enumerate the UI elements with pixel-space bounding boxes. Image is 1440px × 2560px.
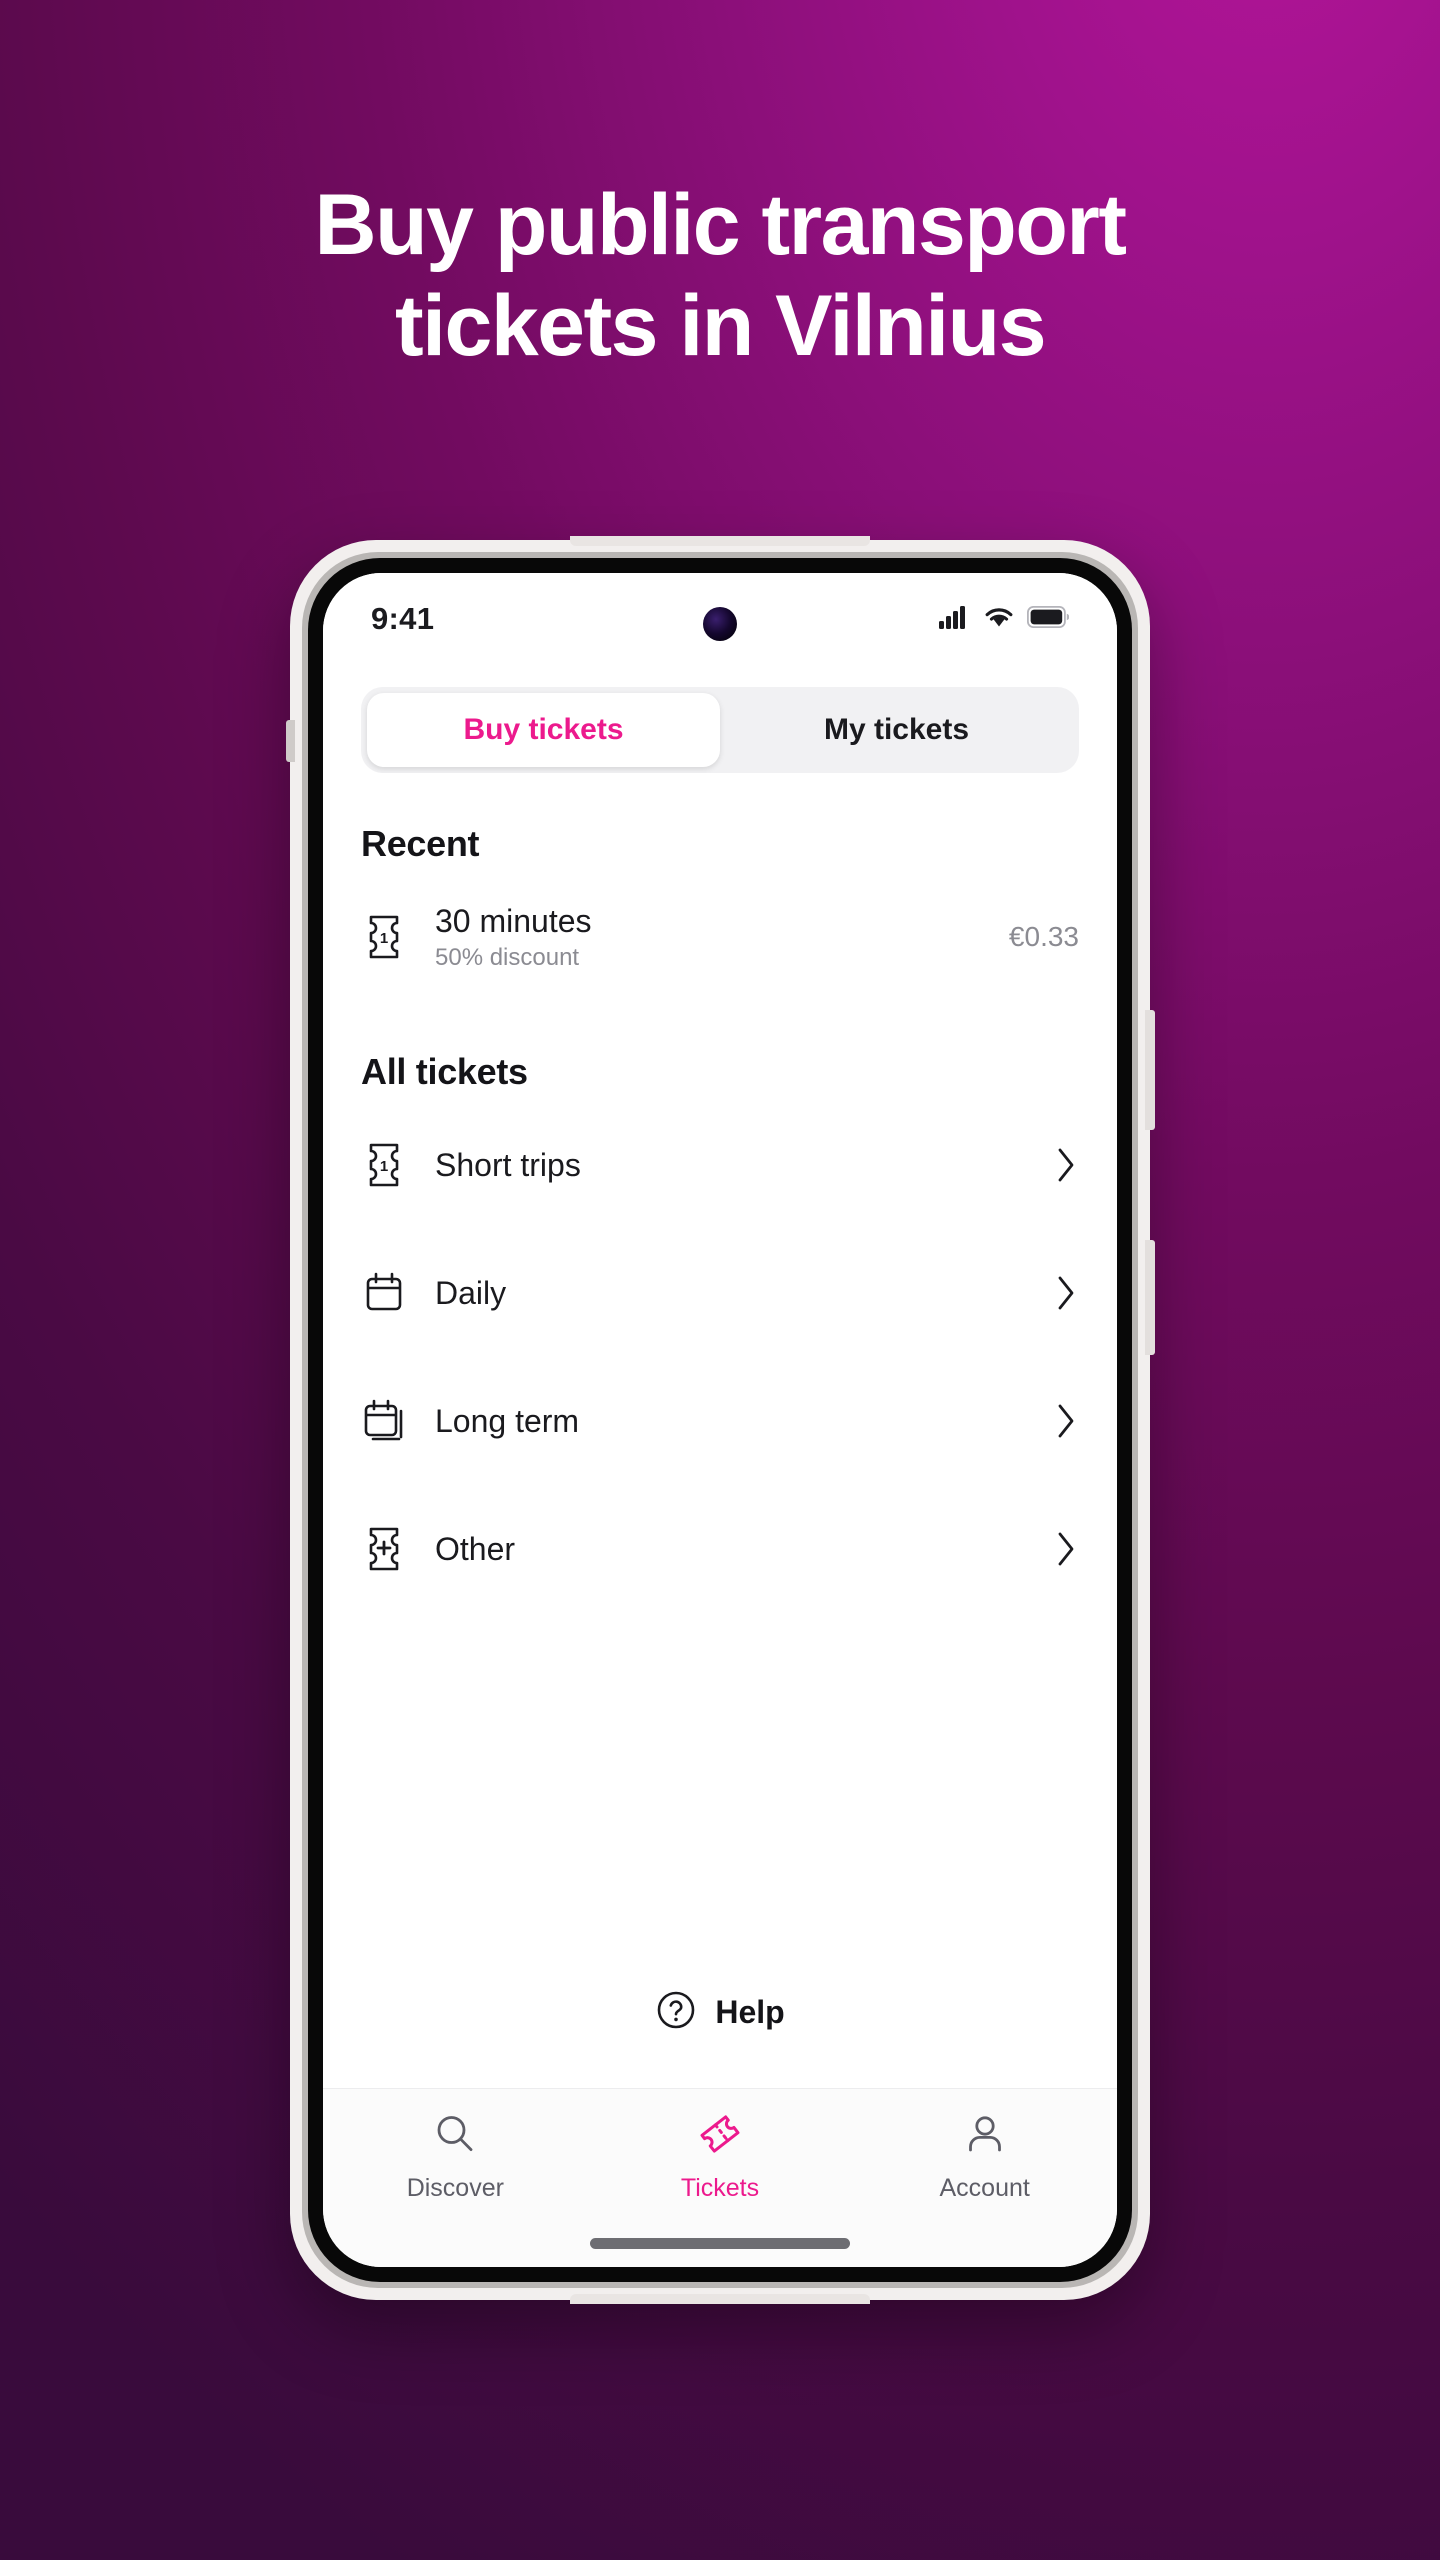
chevron-right-icon [1053,1273,1079,1313]
search-icon [432,2111,478,2162]
home-indicator[interactable] [590,2237,850,2249]
page-title: Buy public transport tickets in Vilnius [0,175,1440,378]
nav-item-account[interactable]: Account [852,2111,1117,2203]
help-button[interactable]: Help [361,1931,1079,2088]
list-item-label: Short trips [435,1146,581,1183]
tab-my-tickets[interactable]: My tickets [720,693,1073,767]
chevron-right-icon [1053,1401,1079,1441]
phone-volume-button[interactable] [286,720,295,762]
list-item-daily[interactable]: Daily [361,1229,1079,1357]
headline-line-1: Buy public transport [314,177,1127,273]
list-item-label: Other [435,1530,516,1567]
status-bar: 9:41 [323,573,1117,665]
recent-ticket-row[interactable]: 1 30 minutes 50% discount €0.33 [361,873,1079,1001]
svg-text:1: 1 [380,930,388,947]
ticket-icon [697,2111,743,2162]
segmented-control: Buy tickets My tickets [361,687,1079,773]
tab-buy-tickets[interactable]: Buy tickets [367,693,720,767]
ticket-plus-icon [361,1526,407,1572]
calendar-icon [361,1271,407,1315]
calendar-stack-icon [361,1398,407,1444]
svg-text:1: 1 [380,1158,388,1175]
cellular-signal-icon [939,605,971,634]
nav-label: Tickets [680,2174,760,2202]
recent-ticket-text: 30 minutes 50% discount [435,903,592,972]
phone-bottom-antenna [570,2294,870,2304]
list-item-other[interactable]: Other [361,1485,1079,1613]
phone-screen: 9:41 Buy tickets My tickets Recent 1 30 … [323,573,1117,2267]
headline-line-2: tickets in Vilnius [394,278,1047,375]
battery-full-icon [1026,605,1070,633]
recent-ticket-sublabel: 50% discount [435,943,580,971]
status-icons [939,605,1070,634]
phone-power-button[interactable] [1145,1010,1155,1130]
help-label: Help [715,1994,785,2030]
list-item-short-trips[interactable]: 1 Short trips [361,1101,1079,1229]
list-item-long-term[interactable]: Long term [361,1357,1079,1485]
home-indicator-area [323,2219,1117,2267]
phone-mockup: 9:41 Buy tickets My tickets Recent 1 30 … [286,536,1155,2304]
chevron-right-icon [1053,1145,1079,1185]
nav-item-discover[interactable]: Discover [323,2111,588,2203]
front-camera-icon [703,607,737,641]
wifi-icon [984,605,1014,633]
ticket-list-content: Recent 1 30 minutes 50% discount €0.33 A… [323,773,1117,2088]
list-item-label: Daily [435,1274,507,1311]
bottom-navigation: Discover Tickets Account [323,2088,1117,2219]
phone-side-button[interactable] [1145,1240,1155,1355]
nav-label: Discover [406,2174,504,2202]
ticket-one-icon: 1 [361,914,407,960]
chevron-right-icon [1053,1529,1079,1569]
list-item-label: Long term [435,1402,580,1439]
promo-banner: Buy public transport tickets in Vilnius … [0,0,1440,2560]
all-tickets-section-title: All tickets [361,1051,528,1092]
person-icon [962,2111,1008,2162]
question-circle-icon [655,1989,697,2036]
tab-bar-container: Buy tickets My tickets [323,665,1117,773]
recent-ticket-label: 30 minutes [435,902,592,939]
status-time: 9:41 [371,601,435,636]
phone-speaker-slit [570,536,870,546]
nav-label: Account [939,2174,1030,2202]
nav-item-tickets[interactable]: Tickets [588,2111,853,2203]
ticket-one-icon: 1 [361,1142,407,1188]
recent-ticket-price: €0.33 [1008,921,1079,952]
recent-section-title: Recent [361,823,480,864]
